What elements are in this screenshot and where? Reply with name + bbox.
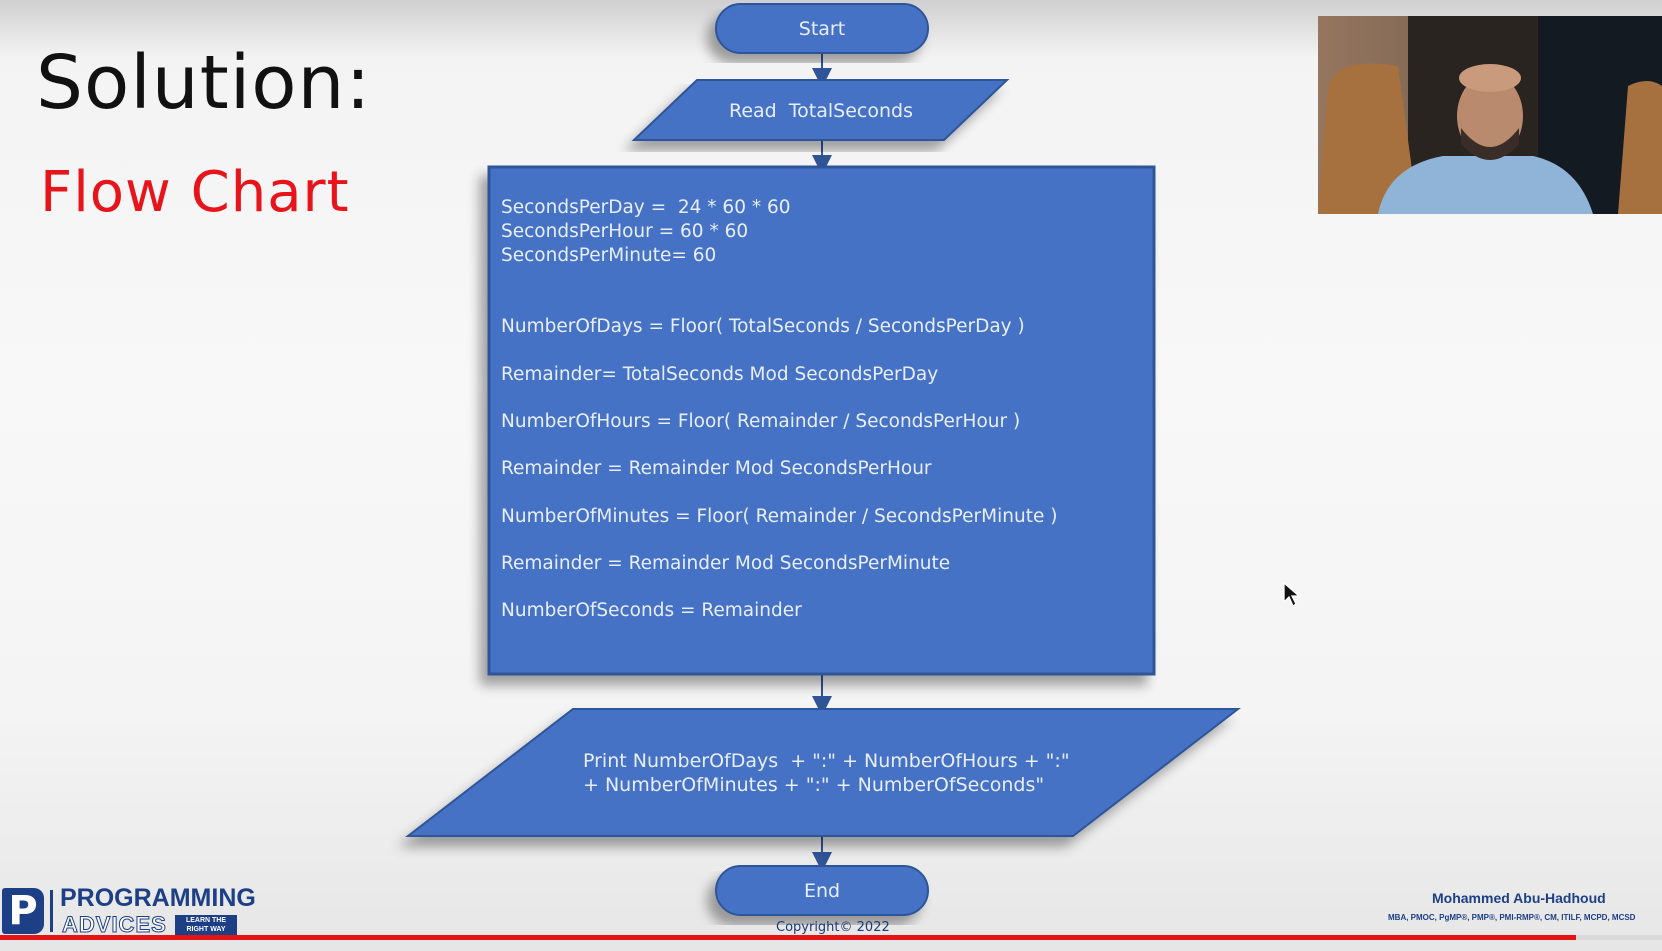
programming-advices-logo: P PROGRAMMING ADVICES LEARN THE RIGHT WA… bbox=[2, 884, 262, 938]
mouse-pointer-icon bbox=[1283, 582, 1301, 607]
end-label: End bbox=[804, 880, 840, 902]
video-progress-bar[interactable] bbox=[0, 935, 1662, 940]
process-line: SecondsPerHour = 60 * 60 bbox=[501, 221, 748, 242]
start-terminal: Start bbox=[715, 3, 929, 54]
presenter-name: Mohammed Abu-Hadhoud bbox=[1432, 890, 1606, 906]
end-terminal: End bbox=[715, 865, 929, 916]
process-line: SecondsPerMinute= 60 bbox=[501, 245, 716, 266]
process-line: NumberOfMinutes = Floor( Remainder / Sec… bbox=[501, 506, 1057, 527]
input-shape: Read TotalSeconds bbox=[631, 79, 1010, 141]
process-line: Remainder= TotalSeconds Mod SecondsPerDa… bbox=[501, 364, 938, 385]
process-line: NumberOfHours = Floor( Remainder / Secon… bbox=[501, 411, 1020, 432]
logo-text-top: PROGRAMMING bbox=[60, 884, 256, 912]
output-shape bbox=[405, 708, 1241, 837]
process-line: Remainder = Remainder Mod SecondsPerMinu… bbox=[501, 553, 950, 574]
start-label: Start bbox=[799, 18, 845, 40]
output-line: Print NumberOfDays + ":" + NumberOfHours… bbox=[583, 750, 1070, 772]
logo-badge: LEARN THE RIGHT WAY bbox=[175, 915, 237, 935]
presenter-webcam bbox=[1318, 16, 1662, 214]
process-line: SecondsPerDay = 24 * 60 * 60 bbox=[501, 197, 791, 218]
slide: Solution: Flow Chart Start Read TotalSec… bbox=[0, 0, 1662, 951]
input-label: Read TotalSeconds bbox=[729, 100, 913, 122]
presenter-credentials: MBA, PMOC, PgMP®, PMP®, PMI-RMP®, CM, IT… bbox=[1388, 913, 1636, 922]
video-progress-fill bbox=[0, 935, 1576, 940]
output-line: + NumberOfMinutes + ":" + NumberOfSecond… bbox=[583, 774, 1044, 796]
logo-p-icon: P bbox=[2, 888, 44, 934]
process-line: NumberOfDays = Floor( TotalSeconds / Sec… bbox=[501, 316, 1025, 337]
process-line: Remainder = Remainder Mod SecondsPerHour bbox=[501, 458, 932, 479]
copyright: Copyright© 2022 bbox=[776, 920, 890, 935]
process-line: NumberOfSeconds = Remainder bbox=[501, 600, 802, 621]
